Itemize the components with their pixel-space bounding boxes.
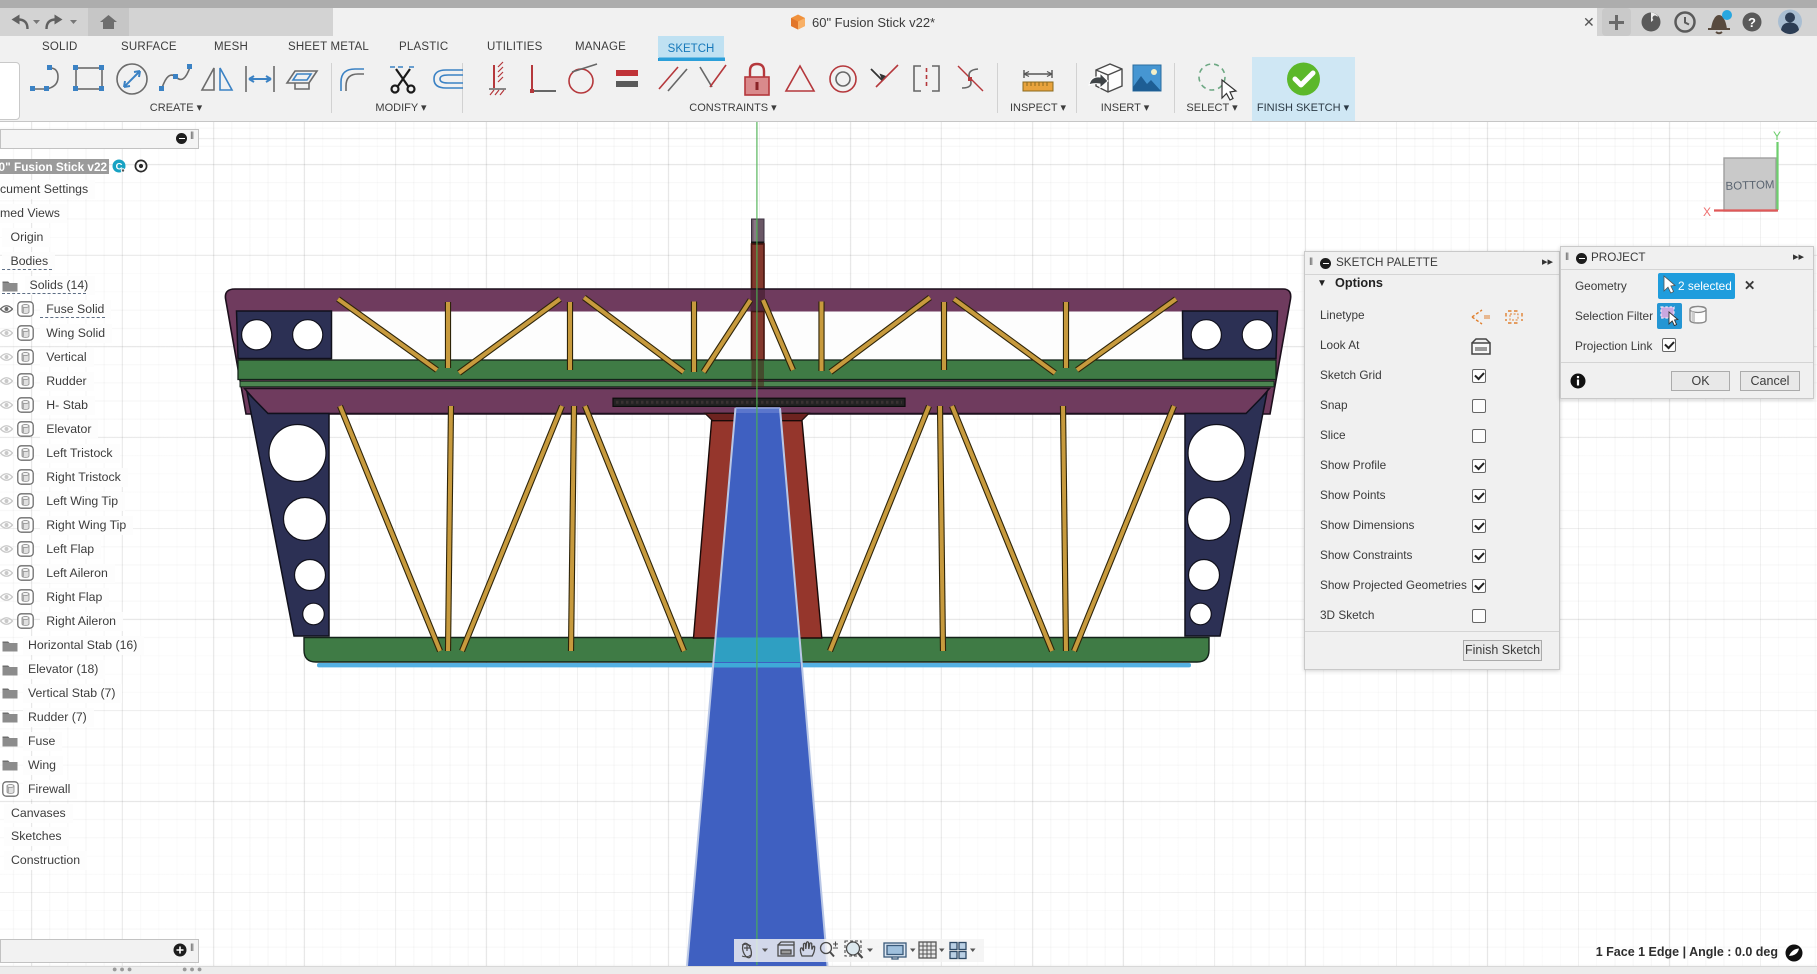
svg-text:X: X xyxy=(1703,205,1711,219)
svg-text:?: ? xyxy=(1748,15,1756,30)
svg-text:BOTTOM: BOTTOM xyxy=(1725,179,1774,193)
svg-text:Y: Y xyxy=(1773,129,1781,143)
